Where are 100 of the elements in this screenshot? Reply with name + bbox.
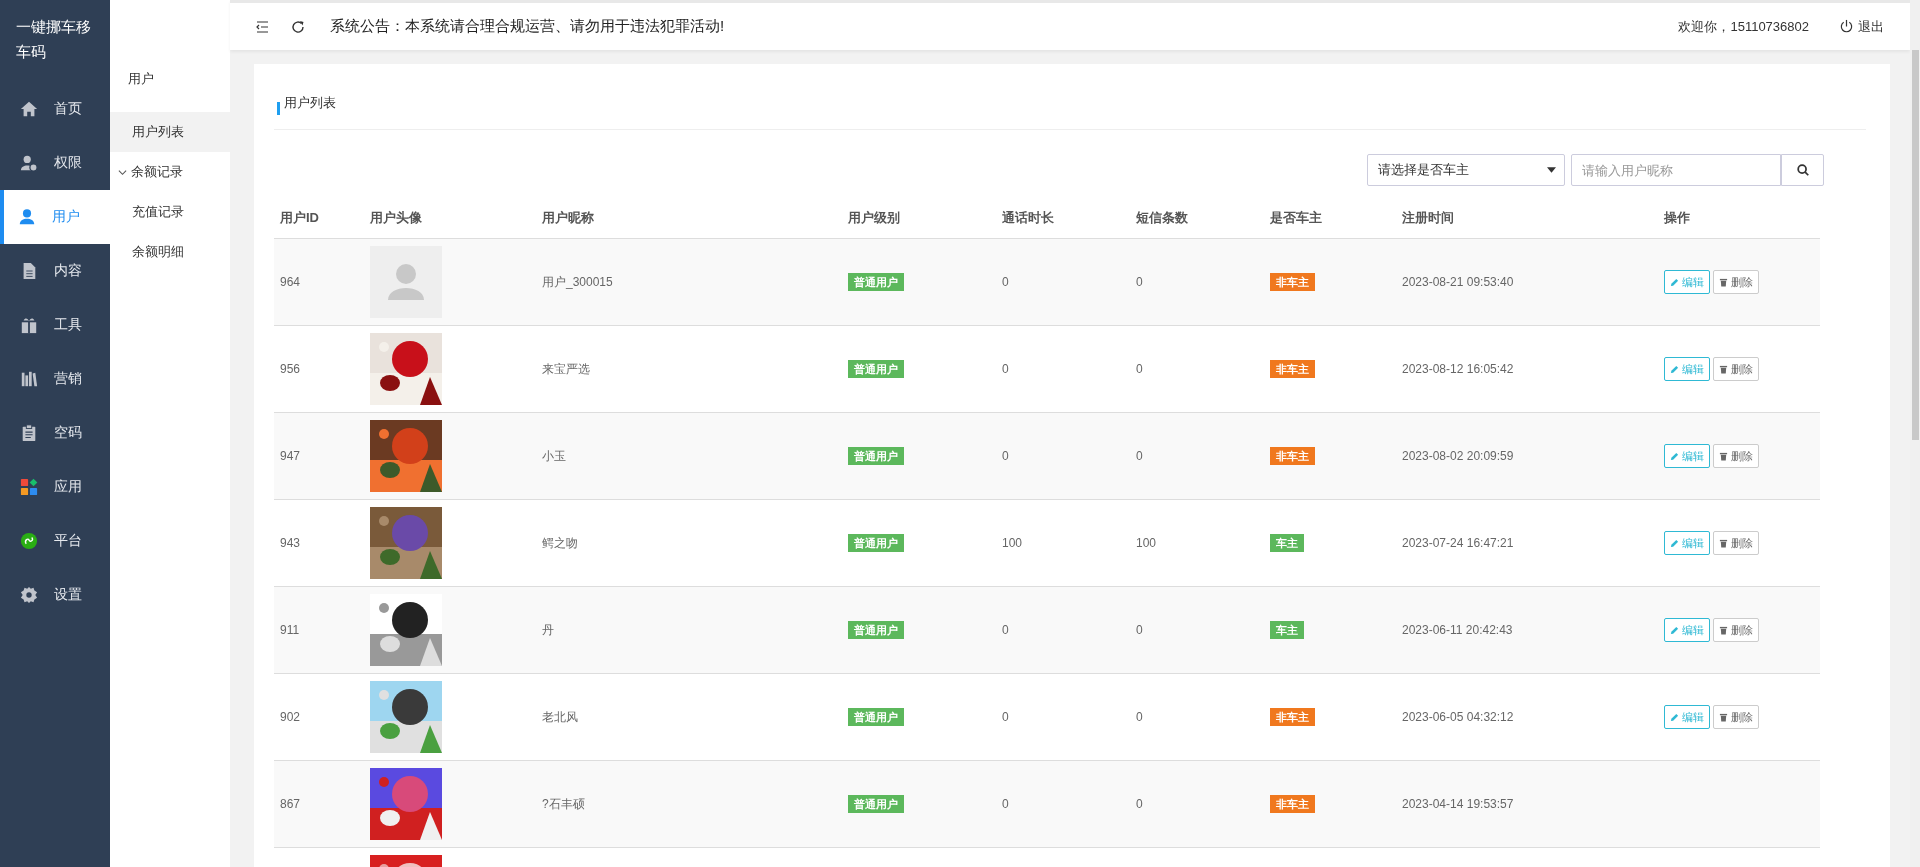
user-level-tag: 普通用户	[848, 360, 904, 378]
nav-item[interactable]: 应用	[0, 460, 110, 514]
owner-tag: 非车主	[1270, 447, 1315, 465]
delete-button[interactable]: 删除	[1713, 531, 1759, 555]
submenu-item[interactable]: 充值记录	[110, 192, 230, 232]
nav-item[interactable]: 工具	[0, 298, 110, 352]
table-cell: 2023-04-14 19:53:57	[1402, 797, 1514, 811]
delete-button[interactable]: 删除	[1713, 444, 1759, 468]
table-cell: 2023-08-21 09:53:40	[1402, 275, 1514, 289]
submenu-title: 用户	[127, 70, 155, 88]
table-cell: 鳄之吻	[542, 535, 578, 550]
trash-icon	[1719, 364, 1728, 374]
menu-icon[interactable]	[254, 18, 270, 35]
table-cell: 0	[1136, 710, 1143, 724]
owner-tag: 非车主	[1270, 708, 1315, 726]
table-cell: ?石丰硕	[542, 796, 585, 811]
clipboard-icon	[20, 424, 38, 442]
logout-link[interactable]: 退出	[1839, 17, 1884, 36]
column-header: 用户昵称	[536, 198, 842, 239]
nav-item[interactable]: 营销	[0, 352, 110, 406]
trash-icon	[1719, 277, 1728, 287]
column-header: 操作	[1658, 198, 1820, 239]
books-icon	[20, 370, 38, 388]
table-cell: 用户_300015	[542, 274, 613, 289]
table-cell: 100	[1136, 536, 1157, 550]
submenu-item[interactable]: 余额记录	[110, 152, 230, 192]
table-cell: 0	[1002, 449, 1009, 463]
table-cell: 956	[280, 362, 301, 376]
chevron-icon	[118, 167, 127, 177]
owner-tag: 非车主	[1270, 273, 1315, 291]
user-level-tag: 普通用户	[848, 795, 904, 813]
nav-item[interactable]: 权限	[0, 136, 110, 190]
user-level-tag: 普通用户	[848, 708, 904, 726]
delete-button[interactable]: 删除	[1713, 618, 1759, 642]
owner-select[interactable]: 请选择是否车主	[1367, 154, 1565, 186]
nav-item[interactable]: 平台	[0, 514, 110, 568]
column-header: 用户头像	[364, 198, 536, 239]
column-header: 短信条数	[1130, 198, 1264, 239]
nav-item[interactable]: 空码	[0, 406, 110, 460]
table-cell: 964	[280, 275, 301, 289]
pencil-icon	[1670, 712, 1679, 722]
table-cell: 0	[1136, 623, 1143, 637]
table-cell: 0	[1136, 797, 1143, 811]
trash-icon	[1719, 625, 1728, 635]
card-title: 用户列表	[274, 64, 1866, 130]
table-cell: 0	[1136, 449, 1143, 463]
table-cell: 2023-07-24 16:47:21	[1402, 536, 1514, 550]
table-cell: 小玉	[542, 448, 566, 463]
owner-tag: 非车主	[1270, 795, 1315, 813]
nav-item[interactable]: 用户	[0, 190, 110, 244]
search-button[interactable]	[1781, 154, 1824, 186]
table-cell: 来宝严选	[542, 361, 590, 376]
delete-button[interactable]: 删除	[1713, 357, 1759, 381]
table-cell: 丹	[542, 622, 554, 637]
settings-icon	[20, 586, 38, 604]
table-cell: 943	[280, 536, 301, 550]
refresh-icon[interactable]	[290, 18, 306, 35]
nav-item[interactable]: 设置	[0, 568, 110, 622]
power-icon	[1839, 19, 1854, 34]
caret-icon	[1547, 167, 1556, 173]
column-header: 用户ID	[274, 198, 364, 239]
user-level-tag: 普通用户	[848, 534, 904, 552]
table-cell: 0	[1136, 362, 1143, 376]
delete-button[interactable]: 删除	[1713, 705, 1759, 729]
table-cell: 867	[280, 797, 301, 811]
pencil-icon	[1670, 538, 1679, 548]
table-cell: 2023-08-12 16:05:42	[1402, 362, 1514, 376]
table-cell: 911	[280, 623, 300, 637]
table-cell: 老北风	[542, 709, 578, 724]
table-cell: 947	[280, 449, 301, 463]
column-header: 用户级别	[842, 198, 996, 239]
table-cell: 0	[1002, 710, 1009, 724]
pencil-icon	[1670, 277, 1679, 287]
table-cell: 0	[1002, 362, 1009, 376]
nav-item[interactable]: 首页	[0, 82, 110, 136]
owner-tag: 非车主	[1270, 360, 1315, 378]
table-cell: 902	[280, 710, 301, 724]
trash-icon	[1719, 712, 1728, 722]
column-header: 通话时长	[996, 198, 1130, 239]
search-field[interactable]: 请输入用户昵称	[1571, 154, 1781, 186]
submenu-item[interactable]: 用户列表	[110, 112, 230, 152]
submenu-item[interactable]: 余额明细	[110, 232, 230, 272]
delete-button[interactable]: 删除	[1713, 270, 1759, 294]
gift-icon	[20, 316, 38, 334]
user-level-tag: 普通用户	[848, 447, 904, 465]
welcome-text: 欢迎你，15110736802	[1678, 17, 1809, 36]
user-level-tag: 普通用户	[848, 273, 904, 291]
table-cell: 0	[1136, 275, 1143, 289]
avatar-placeholder-icon	[370, 246, 442, 318]
pencil-icon	[1670, 451, 1679, 461]
pencil-icon	[1670, 625, 1679, 635]
nav-item[interactable]: 内容	[0, 244, 110, 298]
table-cell: 2023-06-11 20:42:43	[1402, 623, 1513, 637]
table-cell: 100	[1002, 536, 1023, 550]
pencil-icon	[1670, 364, 1679, 374]
column-header: 注册时间	[1396, 198, 1658, 239]
person-icon	[18, 208, 36, 226]
table-cell: 0	[1002, 623, 1009, 637]
table-cell: 0	[1002, 797, 1009, 811]
user-level-tag: 普通用户	[848, 621, 904, 639]
